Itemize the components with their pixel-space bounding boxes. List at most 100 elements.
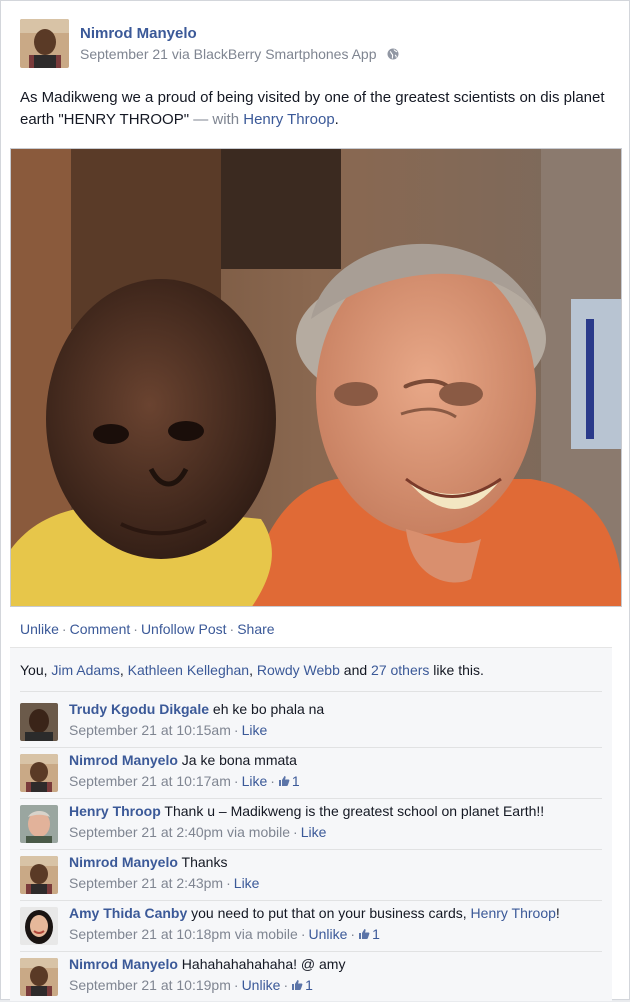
comment-item: Nimrod Manyelo Ja ke bona mmata September… — [20, 752, 610, 798]
divider — [20, 951, 602, 952]
post-photo[interactable] — [10, 148, 622, 607]
meta-separator: · — [350, 926, 356, 942]
meta-separator: · — [293, 824, 298, 840]
commenter-avatar[interactable] — [20, 958, 58, 996]
comment-text-after: ! — [555, 905, 560, 921]
comment-timestamp[interactable]: September 21 at 2:43pm — [69, 875, 223, 891]
comment-meta: September 21 at 2:40pm via mobile · Like — [69, 824, 326, 840]
comment-like-link[interactable]: Unlike — [242, 977, 281, 993]
globe-icon[interactable] — [387, 48, 399, 60]
comment-body: Trudy Kgodu Dikgale eh ke bo phala na — [69, 701, 324, 717]
action-separator: · — [61, 621, 67, 637]
commenter-avatar[interactable] — [20, 754, 58, 792]
comment-body: Nimrod Manyelo Ja ke bona mmata — [69, 752, 297, 768]
author-avatar[interactable] — [20, 19, 69, 68]
comment-tag-link[interactable]: Henry Throop — [471, 905, 556, 921]
meta-separator: · — [233, 977, 239, 993]
post-header: Nimrod Manyelo September 21 via BlackBer… — [20, 19, 610, 69]
comment-like-count[interactable]: 1 — [278, 773, 300, 789]
comment-like-link[interactable]: Like — [242, 722, 268, 738]
comment-meta: September 21 at 10:18pm via mobile · Unlik… — [69, 926, 380, 942]
author-name[interactable]: Nimrod Manyelo — [80, 25, 197, 42]
commenter-name[interactable]: Trudy Kgodu Dikgale — [69, 701, 209, 717]
like-count-value: 1 — [372, 926, 380, 942]
comment-text: Ja ke bona mmata — [177, 752, 297, 768]
commenter-name[interactable]: Nimrod Manyelo — [69, 752, 178, 768]
commenter-name[interactable]: Henry Throop — [69, 803, 161, 819]
liker-link[interactable]: Kathleen Kelleghan — [128, 662, 249, 678]
comment-link[interactable]: Comment — [70, 621, 131, 637]
commenter-avatar[interactable] — [20, 805, 58, 843]
comment-body: Nimrod Manyelo Hahahahahahaha! @ amy — [69, 956, 345, 972]
feedback-section: You, Jim Adams, Kathleen Kelleghan, Rowd… — [10, 647, 612, 1001]
comment-like-link[interactable]: Like — [301, 824, 327, 840]
liker-link[interactable]: Jim Adams — [51, 662, 119, 678]
likes-comma: , — [119, 662, 128, 678]
comment-meta: September 21 at 2:43pm · Like — [69, 875, 259, 891]
commenter-avatar[interactable] — [20, 703, 58, 741]
comment-item: Nimrod Manyelo Thanks September 21 at 2:4… — [20, 854, 610, 900]
comment-like-count[interactable]: 1 — [291, 977, 313, 993]
divider — [20, 798, 602, 799]
comment-item: Nimrod Manyelo Hahahahahahaha! @ amy Sept… — [20, 956, 610, 1002]
comment-like-link[interactable]: Like — [234, 875, 260, 891]
comment-like-link[interactable]: Like — [242, 773, 268, 789]
likes-you: You, — [20, 662, 52, 678]
comment-text: you need to put that on your business ca… — [187, 905, 471, 921]
comment-meta: September 21 at 10:15am · Like — [69, 722, 267, 738]
comment-like-link[interactable]: Unlike — [308, 926, 347, 942]
comment-text: Hahahahahahaha! @ amy — [177, 956, 346, 972]
comment-text: Thank u – Madikweng is the greatest scho… — [160, 803, 545, 819]
like-count-value: 1 — [291, 773, 300, 789]
comment-body: Henry Throop Thank u – Madikweng is the … — [69, 803, 544, 819]
like-count-value: 1 — [305, 977, 313, 993]
comment-body: Nimrod Manyelo Thanks — [69, 854, 227, 870]
comment-timestamp[interactable]: September 21 at 10:19pm — [69, 977, 231, 993]
others-link[interactable]: 27 others — [371, 662, 429, 678]
comment-timestamp[interactable]: September 21 at 2:40pm — [69, 824, 223, 840]
status-text: As Madikweng we a proud of being visited… — [20, 87, 615, 131]
tagged-person-link[interactable]: Henry Throop — [243, 111, 334, 128]
thumbs-up-icon — [278, 776, 290, 786]
meta-separator: · — [226, 875, 231, 891]
likes-and: and — [339, 662, 372, 678]
comment-timestamp[interactable]: September 21 at 10:15am — [69, 722, 231, 738]
likes-comma: , — [249, 662, 257, 678]
commenter-name[interactable]: Amy Thida Canby — [69, 905, 187, 921]
meta-separator: · — [300, 926, 306, 942]
with-prefix: — with — [189, 111, 244, 128]
comment-via: via mobile — [223, 824, 291, 840]
comment-text: eh ke bo phala na — [209, 701, 325, 717]
divider — [20, 691, 602, 692]
unlike-link[interactable]: Unlike — [20, 621, 59, 637]
meta-separator: · — [270, 773, 275, 789]
comment-timestamp[interactable]: September 21 at 10:17am — [69, 773, 231, 789]
comment-item: Trudy Kgodu Dikgale eh ke bo phala na Sep… — [20, 701, 610, 747]
comment-like-count[interactable]: 1 — [358, 926, 380, 942]
post-timestamp[interactable]: September 21 via BlackBerry Smartphones … — [80, 46, 377, 62]
likes-suffix: like this. — [429, 662, 484, 678]
thumbs-up-icon — [292, 980, 303, 990]
thumbs-up-icon — [359, 929, 370, 939]
comment-timestamp[interactable]: September 21 at 10:18pm — [69, 926, 231, 942]
post-meta: September 21 via BlackBerry Smartphones … — [80, 46, 399, 62]
comment-item: Henry Throop Thank u – Madikweng is the … — [20, 803, 610, 849]
commenter-name[interactable]: Nimrod Manyelo — [69, 956, 178, 972]
likes-summary: You, Jim Adams, Kathleen Kelleghan, Rowd… — [20, 662, 484, 678]
meta-separator: · — [233, 722, 239, 738]
commenter-name[interactable]: Nimrod Manyelo — [69, 854, 178, 870]
comment-meta: September 21 at 10:17am · Like · 1 — [69, 773, 300, 789]
comment-via: via mobile — [230, 926, 298, 942]
meta-separator: · — [233, 773, 239, 789]
action-separator: · — [229, 621, 235, 637]
commenter-avatar[interactable] — [20, 907, 58, 945]
comment-item: Amy Thida Canby you need to put that on … — [20, 905, 610, 951]
status-suffix: . — [334, 111, 339, 128]
commenter-avatar[interactable] — [20, 856, 58, 894]
share-link[interactable]: Share — [237, 621, 274, 637]
post-actions: Unlike · Comment · Unfollow Post · Share — [20, 621, 275, 637]
comment-text: Thanks — [177, 854, 228, 870]
liker-link[interactable]: Rowdy Webb — [257, 662, 340, 678]
action-separator: · — [133, 621, 138, 637]
unfollow-post-link[interactable]: Unfollow Post — [141, 621, 227, 637]
